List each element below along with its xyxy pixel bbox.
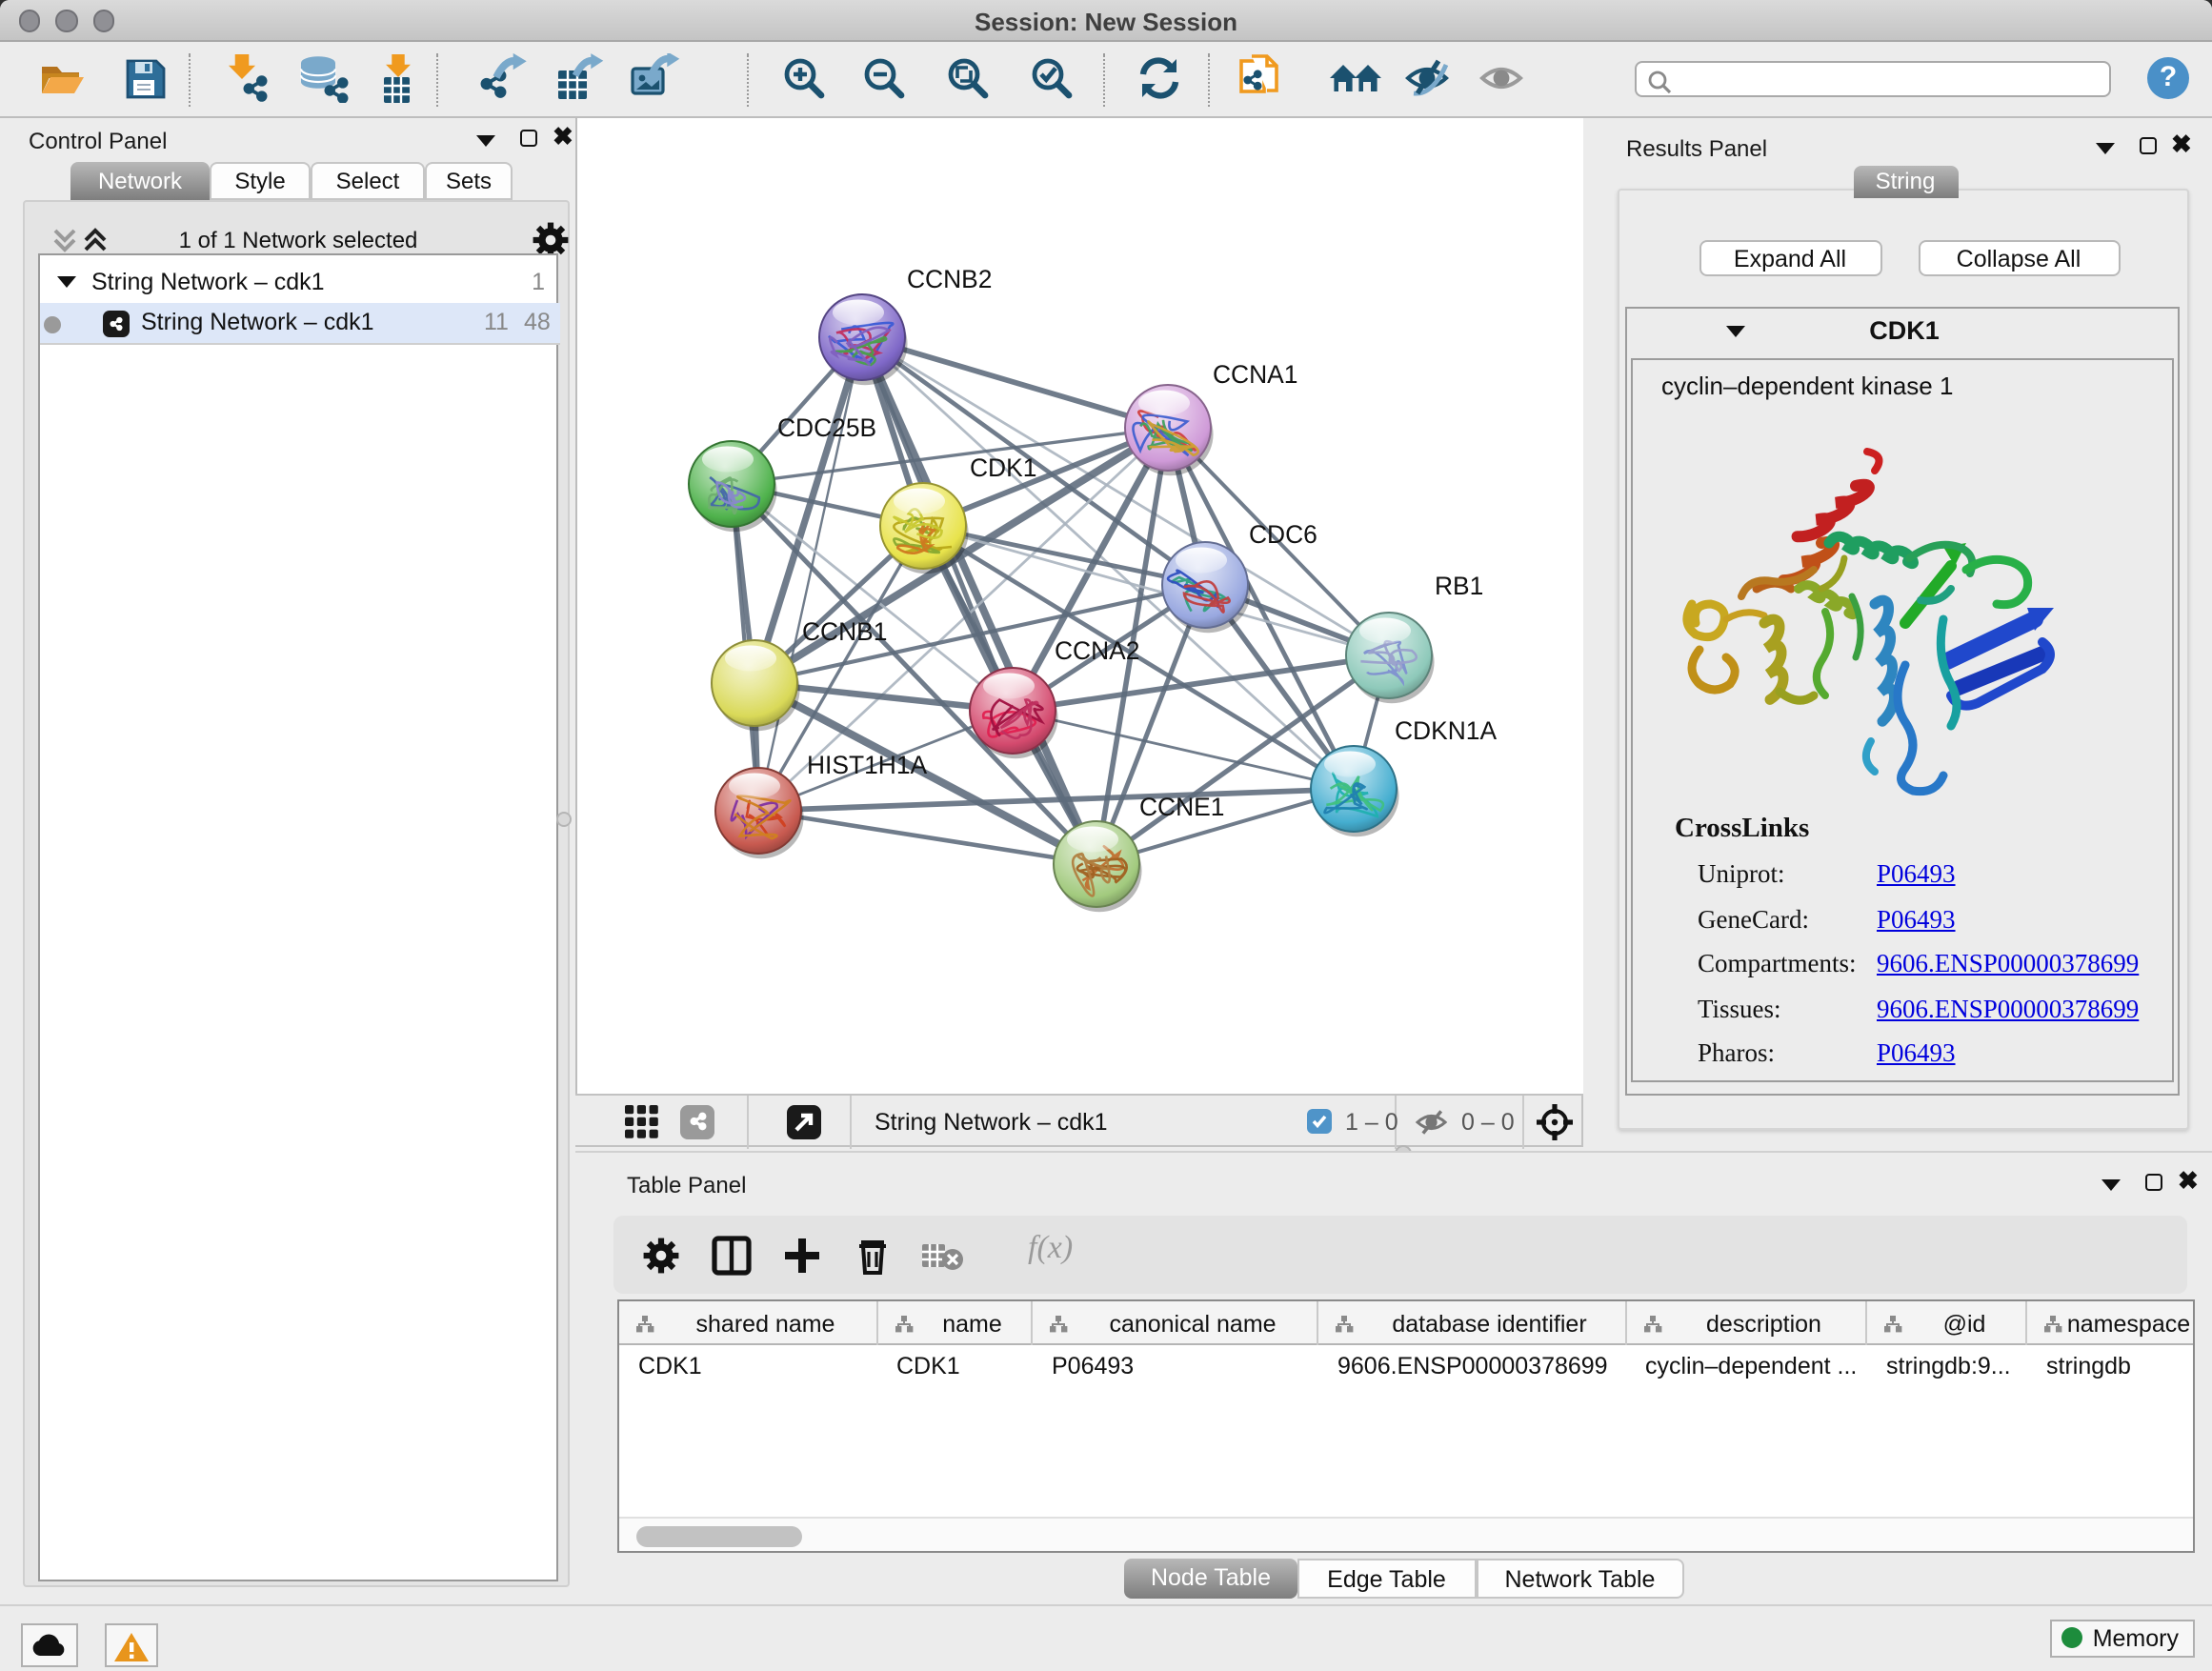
svg-text:CCNB1: CCNB1 — [802, 617, 887, 646]
svg-text:CCNA2: CCNA2 — [1055, 636, 1139, 665]
svg-text:CCNB2: CCNB2 — [907, 265, 992, 293]
svg-text:RB1: RB1 — [1435, 572, 1483, 600]
svg-text:CDKN1A: CDKN1A — [1395, 716, 1497, 745]
svg-text:CDC25B: CDC25B — [777, 413, 876, 442]
svg-text:CDK1: CDK1 — [970, 453, 1036, 482]
svg-text:CCNE1: CCNE1 — [1139, 793, 1224, 821]
svg-text:CDC6: CDC6 — [1249, 520, 1317, 549]
svg-text:CCNA1: CCNA1 — [1213, 360, 1297, 389]
svg-text:HIST1H1A: HIST1H1A — [807, 751, 928, 779]
